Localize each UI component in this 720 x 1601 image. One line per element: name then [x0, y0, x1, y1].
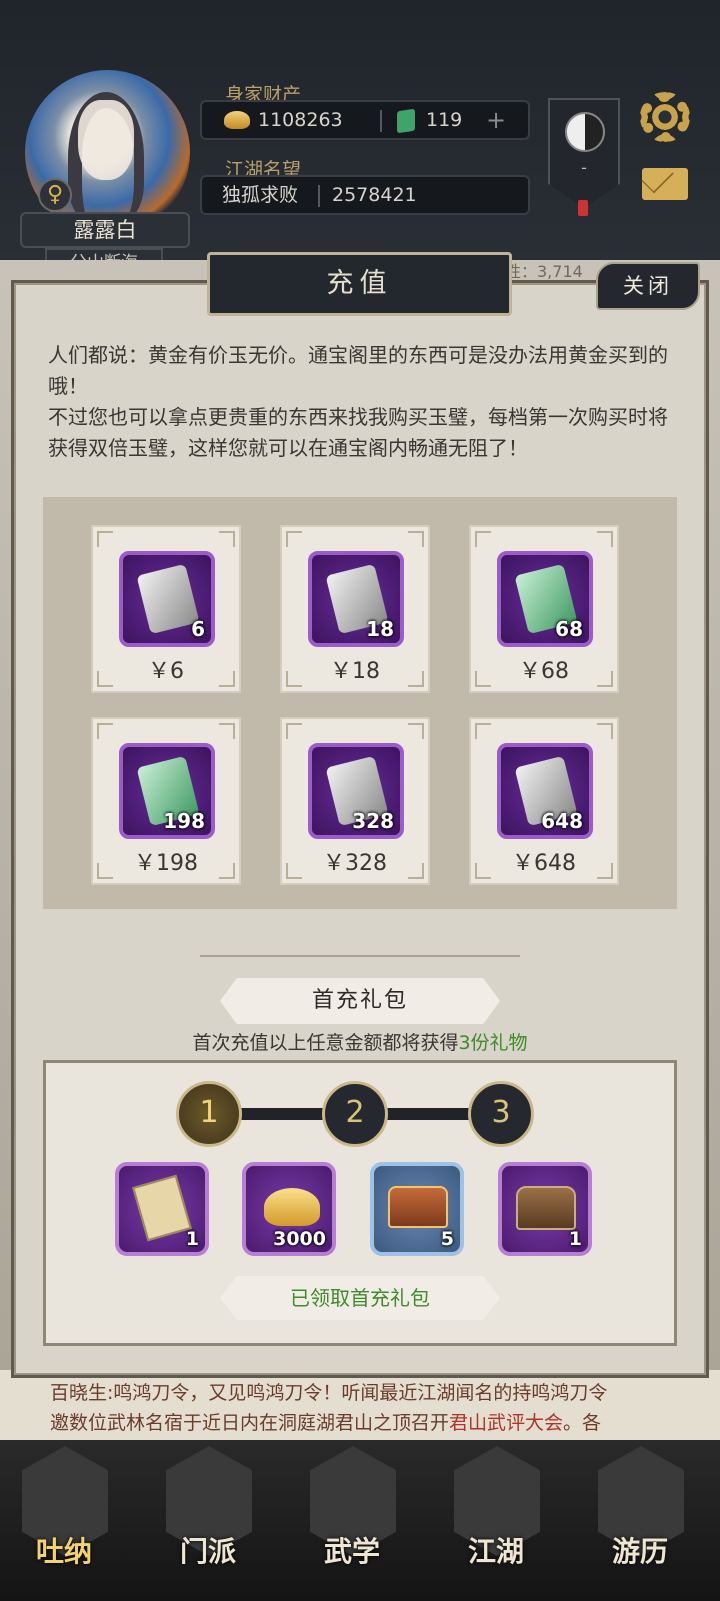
product-card[interactable]: 68 ￥68 — [469, 525, 619, 693]
intro-paragraph: 人们都说：黄金有价玉无价。通宝阁里的东西可是没办法用黄金买到的哦！ — [48, 343, 668, 398]
gift-description: 首次充值以上任意金额都将获得3份礼物 — [192, 1032, 528, 1054]
product-qty: 6 — [191, 617, 205, 641]
card-corner-ornament — [475, 723, 491, 739]
product-qty: 198 — [163, 809, 205, 833]
product-icon-frame: 6 — [119, 551, 215, 647]
nav-sect[interactable]: 门派 — [148, 1446, 268, 1596]
step-1[interactable]: 1 — [176, 1081, 242, 1147]
product-price: ￥18 — [330, 659, 380, 684]
divider-ornament — [200, 955, 520, 959]
avatar-face — [78, 100, 134, 180]
news-ticker: 百晓生:鸣鸿刀令，又见鸣鸿刀令！听闻最近江湖闻名的持鸣鸿刀令 邀数位武林名宿于近… — [0, 1370, 720, 1450]
tassel-icon — [578, 200, 588, 216]
product-qty: 18 — [366, 617, 394, 641]
nav-label: 江湖 — [467, 1535, 524, 1568]
product-price: ￥68 — [519, 659, 569, 684]
product-icon-frame: 18 — [308, 551, 404, 647]
taiji-value: - — [581, 158, 587, 177]
step-connector — [385, 1108, 470, 1120]
jade-icon — [397, 108, 415, 134]
background-stat-text: 性：3,714 — [505, 262, 583, 281]
product-card[interactable]: 328 ￥328 — [280, 717, 430, 885]
product-icon-frame: 328 — [308, 743, 404, 839]
treasure-chest-icon — [516, 1186, 576, 1230]
player-header: ♀ 露露白 分山断海 身家财产 1108263 119 + 江湖名望 独孤求败 … — [0, 0, 720, 278]
product-grid: 6 ￥6 18 ￥18 68 ￥68 198 ￥198 328 ￥328 648 ￥648 — [43, 497, 677, 909]
product-qty: 328 — [352, 809, 394, 833]
divider — [380, 110, 382, 132]
product-price: ￥6 — [148, 659, 184, 684]
jade-value: 119 — [426, 109, 463, 131]
gold-ingot-icon — [224, 111, 250, 129]
card-corner-ornament — [597, 723, 613, 739]
nav-tuna[interactable]: 吐纳 — [4, 1446, 124, 1596]
nav-label: 武学 — [323, 1535, 380, 1568]
news-line: 邀数位武林名宿于近日内在洞庭湖君山之顶召开君山武评大会。各 — [50, 1412, 602, 1434]
card-corner-ornament — [219, 531, 235, 547]
card-corner-ornament — [475, 531, 491, 547]
gear-icon[interactable] — [640, 92, 690, 142]
nav-label: 游历 — [611, 1535, 668, 1568]
card-corner-ornament — [219, 723, 235, 739]
gold-ingot-icon — [264, 1188, 320, 1226]
product-price: ￥328 — [323, 851, 387, 876]
gift-item-red-chest[interactable]: 5 — [370, 1162, 464, 1256]
nav-label: 吐纳 — [35, 1535, 92, 1568]
product-card[interactable]: 648 ￥648 — [469, 717, 619, 885]
player-name: 露露白 — [20, 212, 190, 248]
card-corner-ornament — [408, 531, 424, 547]
taiji-banner[interactable]: - — [548, 98, 620, 208]
card-corner-ornament — [97, 723, 113, 739]
gift-qty: 5 — [440, 1228, 454, 1250]
product-icon-frame: 68 — [497, 551, 593, 647]
gold-value: 1108263 — [258, 109, 343, 131]
card-corner-ornament — [286, 723, 302, 739]
close-button[interactable]: 关闭 — [596, 262, 700, 310]
wealth-bar: 1108263 119 + — [200, 100, 530, 140]
product-qty: 648 — [541, 809, 583, 833]
product-price: ￥198 — [134, 851, 198, 876]
add-jade-button[interactable]: + — [486, 102, 506, 138]
step-3[interactable]: 3 — [468, 1081, 534, 1147]
product-icon-frame: 648 — [497, 743, 593, 839]
card-corner-ornament — [597, 531, 613, 547]
product-card[interactable]: 6 ￥6 — [91, 525, 241, 693]
intro-paragraph: 不过您也可以拿点更贵重的东西来找我购买玉璧，每档第一次购买时将获得双倍玉璧，这样… — [48, 405, 668, 460]
claimed-gift-button[interactable]: 已领取首充礼包 — [220, 1276, 500, 1320]
gift-qty: 1 — [568, 1228, 582, 1250]
nav-label: 门派 — [179, 1535, 236, 1568]
step-2[interactable]: 2 — [322, 1081, 388, 1147]
nav-martial-arts[interactable]: 武学 — [292, 1446, 412, 1596]
card-corner-ornament — [97, 531, 113, 547]
gift-qty: 1 — [185, 1228, 199, 1250]
intro-text: 人们都说：黄金有价玉无价。通宝阁里的东西可是没办法用黄金买到的哦！ 不过您也可以… — [48, 340, 668, 464]
product-icon-frame: 198 — [119, 743, 215, 839]
news-line: 百晓生:鸣鸿刀令，又见鸣鸿刀令！听闻最近江湖闻名的持鸣鸿刀令 — [50, 1382, 608, 1404]
modal-title: 充值 — [207, 252, 512, 316]
divider — [318, 185, 320, 207]
step-connector — [240, 1108, 325, 1120]
bottom-nav: 吐纳 门派 武学 江湖 游历 — [0, 1440, 720, 1601]
card-corner-ornament — [408, 723, 424, 739]
gift-qty: 3000 — [273, 1228, 326, 1250]
book-icon — [132, 1174, 192, 1242]
card-corner-ornament — [286, 531, 302, 547]
mail-icon[interactable] — [642, 168, 688, 200]
product-qty: 68 — [555, 617, 583, 641]
gift-item-gold[interactable]: 3000 — [242, 1162, 336, 1256]
gift-item-book[interactable]: 1 — [115, 1162, 209, 1256]
product-card[interactable]: 198 ￥198 — [91, 717, 241, 885]
product-card[interactable]: 18 ￥18 — [280, 525, 430, 693]
red-chest-icon — [388, 1186, 448, 1228]
female-gender-icon: ♀ — [38, 178, 72, 212]
fame-value: 2578421 — [332, 184, 417, 206]
nav-jianghu[interactable]: 江湖 — [436, 1446, 556, 1596]
taiji-icon — [565, 112, 605, 152]
fame-bar: 独孤求败 2578421 — [200, 175, 530, 215]
gift-item-treasure-chest[interactable]: 1 — [498, 1162, 592, 1256]
product-price: ￥648 — [512, 851, 576, 876]
first-recharge-banner: 首充礼包 — [220, 978, 500, 1024]
fame-rank-title: 独孤求败 — [222, 184, 299, 206]
nav-travel[interactable]: 游历 — [580, 1446, 700, 1596]
